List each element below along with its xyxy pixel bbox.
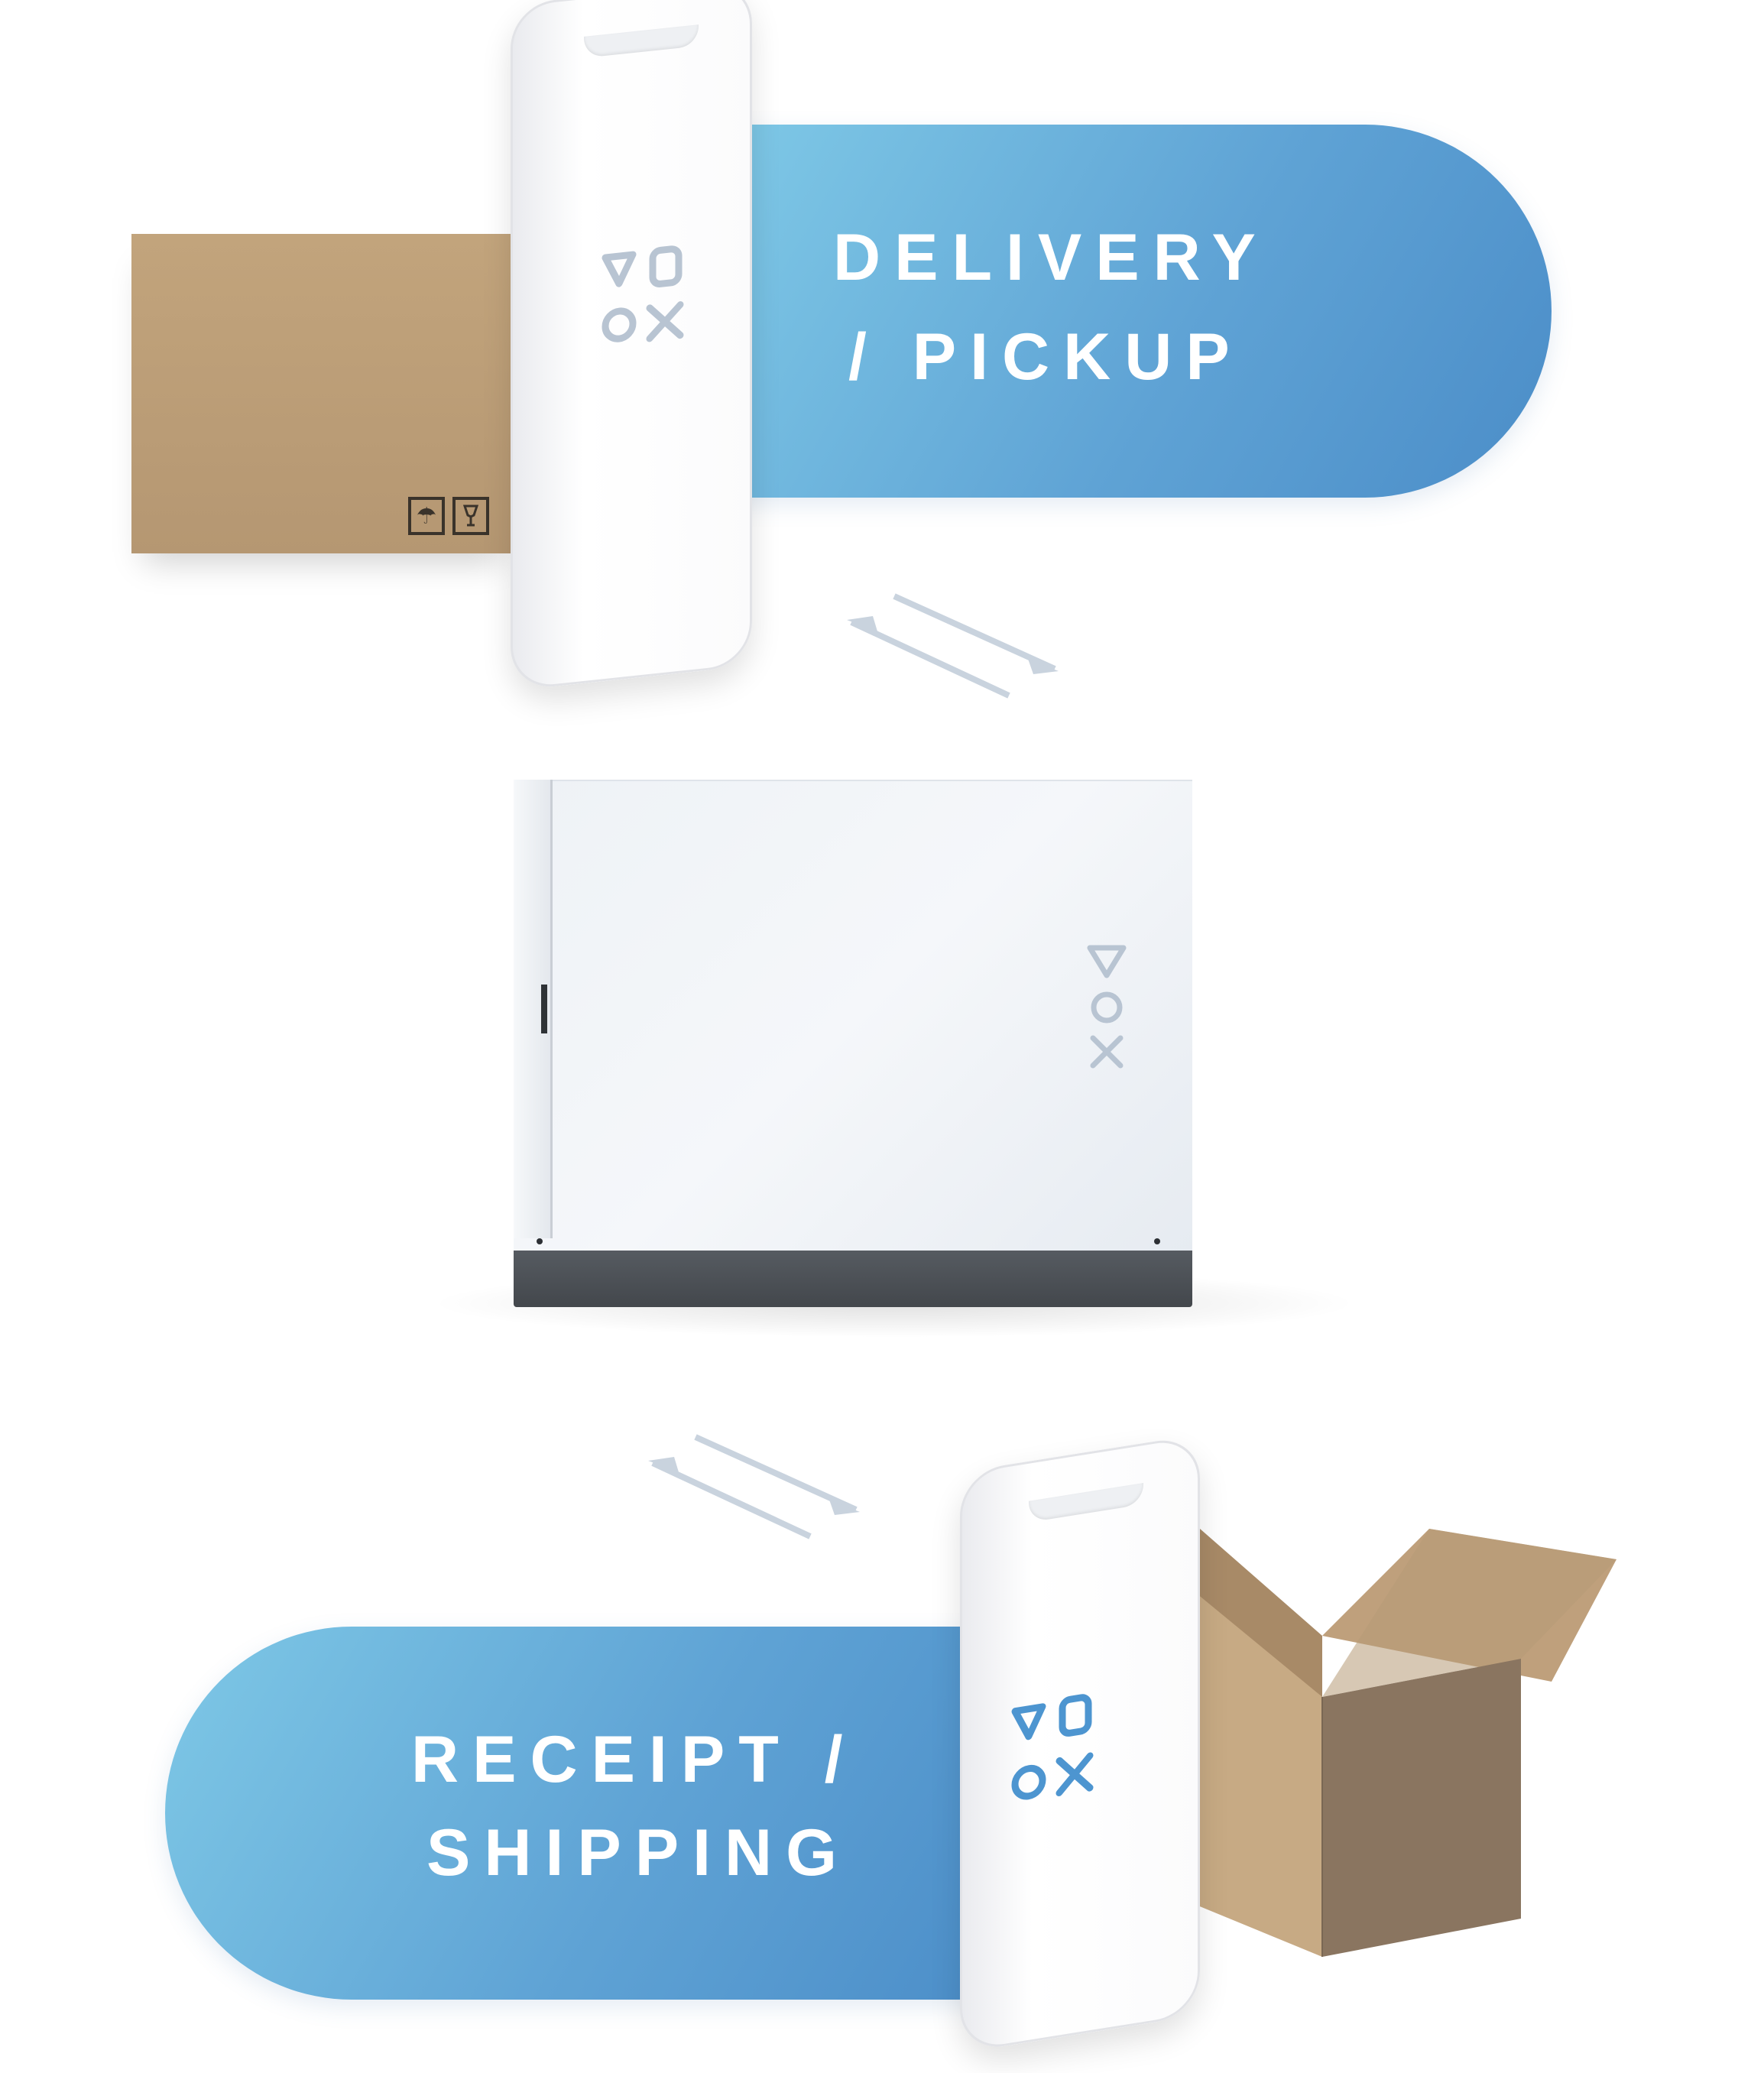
vox-logo <box>1011 1694 1094 1800</box>
delivery-label: DELIVERY <box>833 221 1269 294</box>
shipping-label: SHIPPING <box>426 1816 851 1890</box>
phone-notch <box>1029 1482 1143 1523</box>
pickup-label: / PICKUP <box>848 320 1244 394</box>
closed-cardboard-box: ☂ <box>131 234 514 553</box>
locker-handle <box>541 985 547 1033</box>
top-phone <box>511 0 752 692</box>
receipt-shipping-banner: RECEIPT / SHIPPING <box>165 1627 1021 2000</box>
vox-logo <box>602 245 684 342</box>
delivery-pickup-banner: DELIVERY / PICKUP <box>734 125 1552 498</box>
bottom-phone <box>960 1434 1200 2053</box>
locker-base <box>514 1251 1192 1307</box>
umbrella-icon: ☂ <box>408 497 445 535</box>
receipt-label: RECEIPT / <box>411 1723 857 1796</box>
two-way-arrow-icon <box>648 1434 860 1539</box>
two-way-arrow-icon <box>847 593 1059 699</box>
vox-logo <box>1087 945 1127 1069</box>
locker-screw <box>1154 1238 1160 1244</box>
fragile-glass-icon <box>452 497 489 535</box>
locker-screw <box>537 1238 543 1244</box>
phone-notch <box>584 24 699 58</box>
open-cardboard-box <box>1192 1529 1616 1957</box>
